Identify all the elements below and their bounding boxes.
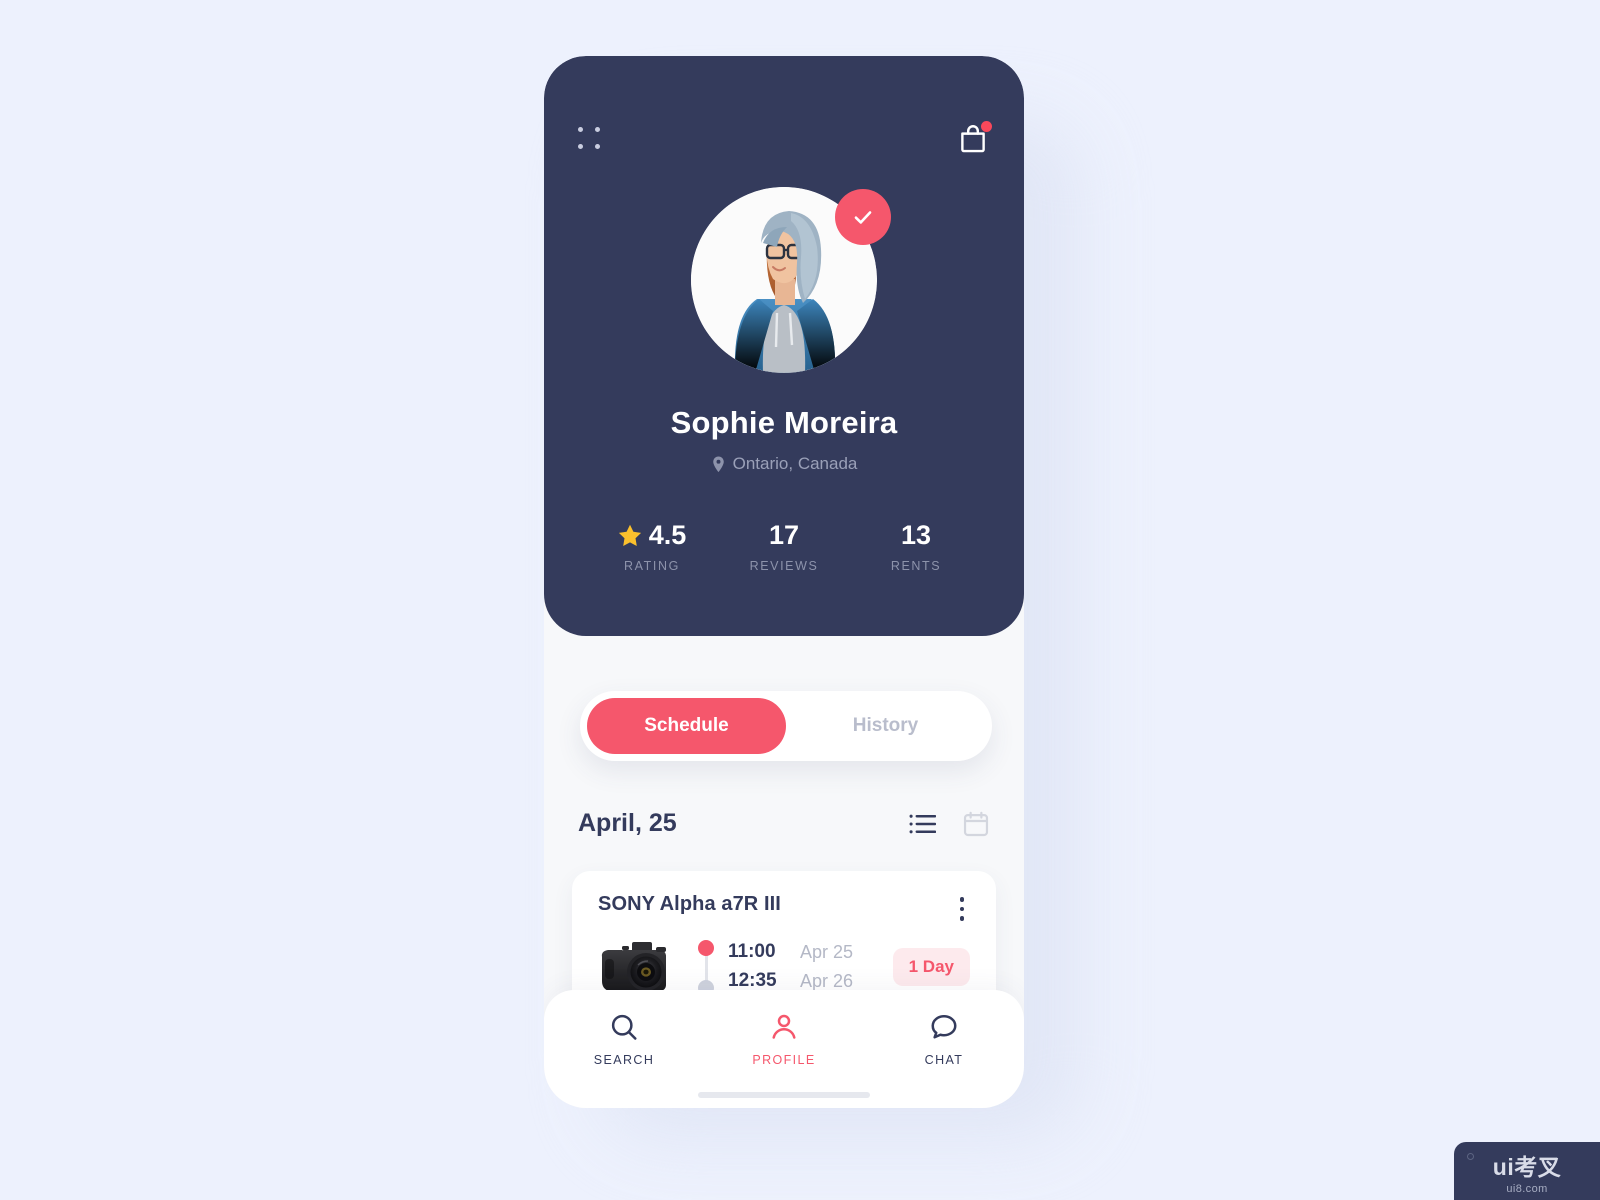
start-row: 11:00 Apr 25 [728, 938, 853, 967]
nav-item-chat[interactable]: CHAT [889, 1012, 999, 1067]
camera-thumbnail [598, 937, 684, 997]
map-pin-icon [712, 455, 724, 472]
star-icon [618, 525, 641, 547]
watermark-main: ui考叉 [1492, 1153, 1562, 1180]
screen-canvas: Sophie Moreira Ontario, Canada 4.5 RATIN… [0, 0, 1600, 1200]
view-toggle [909, 810, 990, 838]
nav-label-profile: PROFILE [752, 1053, 816, 1067]
profile-header: Sophie Moreira Ontario, Canada 4.5 RATIN… [544, 56, 1024, 636]
user-location-text: Ontario, Canada [732, 454, 858, 473]
schedule-item-title: SONY Alpha a7R III [598, 893, 781, 915]
stat-rents-label: RENTS [890, 558, 942, 573]
stat-rents: 13 RENTS [850, 520, 982, 573]
watermark-badge: ui考叉 ui8.com [1454, 1142, 1600, 1200]
list-view-icon[interactable] [909, 813, 936, 835]
end-time: 12:35 [728, 970, 777, 991]
calendar-view-icon[interactable] [962, 810, 990, 838]
stat-reviews: 17 REVIEWS [718, 520, 850, 573]
phone-frame: Sophie Moreira Ontario, Canada 4.5 RATIN… [544, 56, 1024, 1108]
time-range-text: 11:00 Apr 25 12:35 Apr 26 [728, 938, 853, 996]
tab-switcher: Schedule History [580, 691, 992, 761]
avatar[interactable] [691, 187, 891, 373]
chat-bubble-icon [931, 1015, 957, 1039]
start-time: 11:00 [728, 941, 776, 962]
tab-history[interactable]: History [786, 698, 985, 754]
person-icon [772, 1014, 796, 1039]
stat-rents-value: 13 [900, 520, 932, 550]
schedule-section: April, 25 SONY Alpha a7R III 11:00 Apr 2… [544, 761, 1024, 1108]
page-title: Sophie Moreira [670, 405, 898, 440]
bottom-navigation: SEARCH PROFILE CHAT [544, 990, 1024, 1108]
tab-schedule[interactable]: Schedule [587, 698, 786, 754]
start-date: Apr 25 [800, 941, 854, 962]
nav-item-profile[interactable]: PROFILE [729, 1012, 839, 1067]
duration-badge: 1 Day [892, 947, 970, 986]
shopping-bag-button[interactable] [956, 121, 992, 156]
watermark-dot-icon [1467, 1153, 1474, 1160]
start-time-dot [698, 939, 714, 956]
grid-dots-icon[interactable] [578, 127, 602, 151]
nav-label-chat: CHAT [924, 1053, 964, 1067]
watermark-sub: ui8.com [1506, 1182, 1548, 1195]
check-icon [854, 211, 872, 224]
stat-reviews-label: REVIEWS [749, 558, 819, 573]
end-date: Apr 26 [800, 970, 854, 991]
time-range-indicator [698, 938, 714, 996]
nav-label-search: SEARCH [593, 1053, 655, 1067]
verified-badge [835, 189, 891, 245]
profile-stats: 4.5 RATING 17 REVIEWS 13 RENTS [544, 520, 1024, 573]
header-topbar [544, 114, 1024, 164]
search-icon [611, 1014, 637, 1040]
stat-reviews-value: 17 [768, 520, 800, 550]
stat-rating: 4.5 RATING [586, 520, 718, 573]
user-location: Ontario, Canada [544, 454, 1024, 474]
schedule-date-title: April, 25 [578, 809, 677, 837]
stat-rating-value: 4.5 [648, 520, 687, 550]
bag-notification-dot [981, 121, 992, 132]
kebab-menu-icon[interactable] [954, 893, 971, 925]
nav-item-search[interactable]: SEARCH [569, 1012, 679, 1067]
home-indicator [698, 1092, 870, 1098]
schedule-header: April, 25 [578, 809, 990, 838]
stat-rating-label: RATING [624, 558, 680, 573]
